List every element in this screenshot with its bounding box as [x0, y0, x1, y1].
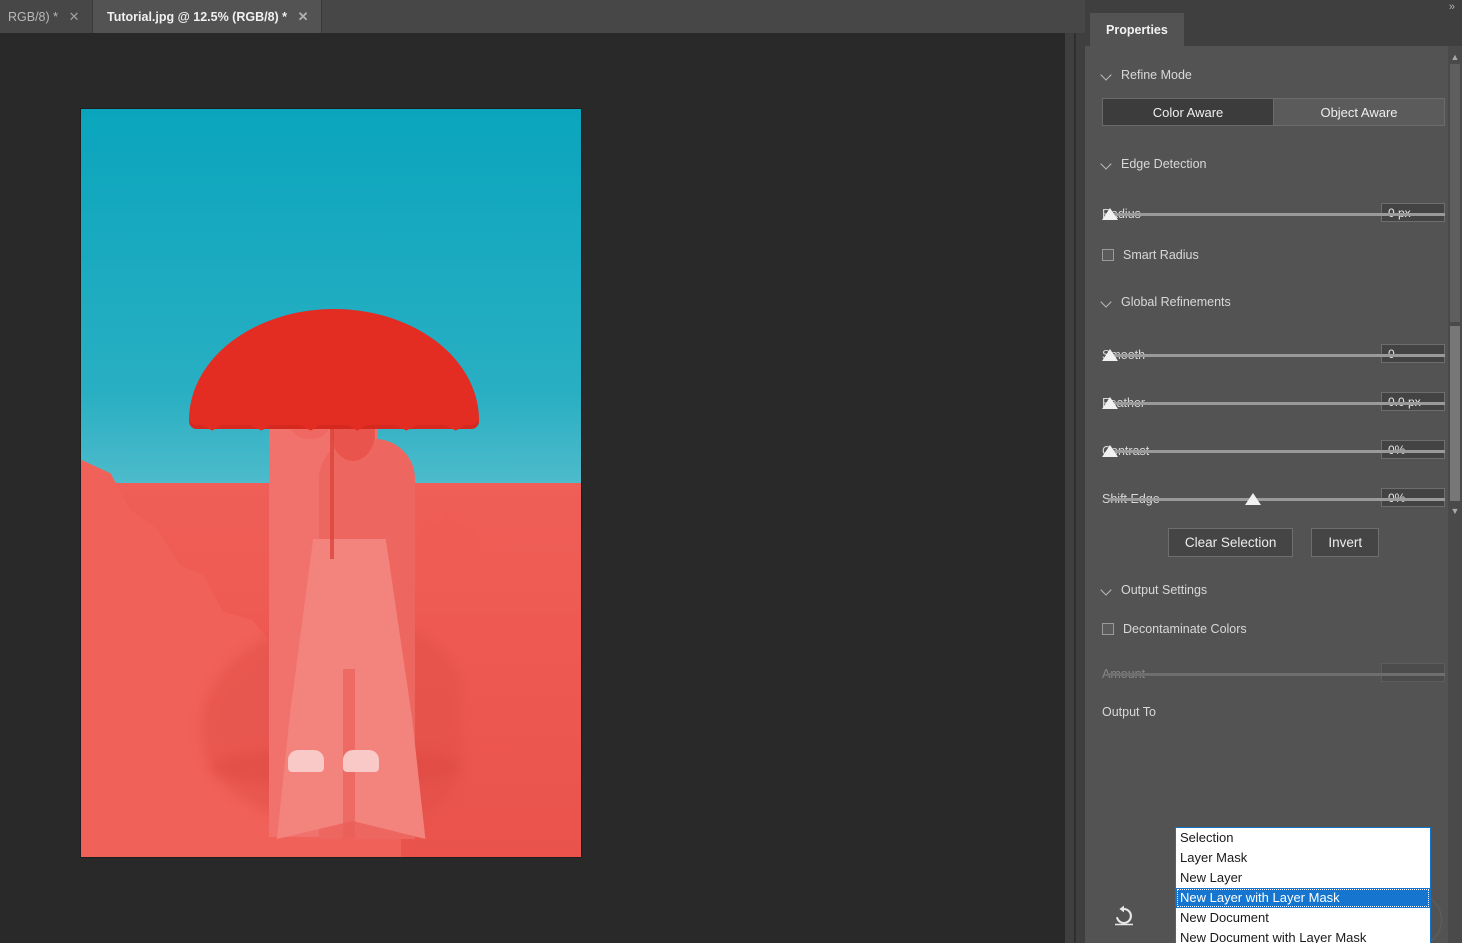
decontaminate-colors-label: Decontaminate Colors: [1123, 622, 1247, 636]
properties-panel-scrollbar[interactable]: ▲ ▼: [1448, 46, 1462, 943]
panel-tab-bar: Properties: [1085, 13, 1462, 46]
feather-slider[interactable]: [1102, 396, 1445, 416]
dropdown-option-layer-mask[interactable]: Layer Mask: [1176, 848, 1430, 868]
amount-slider: [1102, 667, 1445, 687]
smart-radius-checkbox[interactable]: [1102, 249, 1114, 261]
output-to-row: Output To: [1102, 705, 1445, 719]
amount-slider-row: Amount: [1102, 667, 1445, 687]
shoe-right: [343, 750, 379, 772]
canvas-edge-strip: [1065, 33, 1085, 943]
scrollbar-track-upper[interactable]: [1450, 64, 1460, 322]
document-preview-image[interactable]: [81, 109, 581, 857]
panel-divider[interactable]: [1074, 33, 1076, 943]
decontaminate-colors-row[interactable]: Decontaminate Colors: [1102, 619, 1445, 639]
photoshop-select-and-mask-window: RGB/8) * ✕ Tutorial.jpg @ 12.5% (RGB/8) …: [0, 0, 1462, 943]
feather-slider-row: Feather 0.0 px: [1102, 396, 1445, 416]
amount-slider-track: [1108, 673, 1445, 676]
radius-slider-thumb[interactable]: [1102, 208, 1118, 220]
decontaminate-colors-checkbox[interactable]: [1102, 623, 1114, 635]
shift-edge-slider[interactable]: [1102, 492, 1445, 512]
dropdown-option-new-document-with-layer-mask[interactable]: New Document with Layer Mask: [1176, 928, 1430, 943]
section-output-settings-label: Output Settings: [1121, 583, 1207, 597]
dropdown-option-new-layer-with-layer-mask[interactable]: New Layer with Layer Mask: [1176, 888, 1430, 908]
contrast-slider-thumb[interactable]: [1102, 445, 1118, 457]
document-tab-0[interactable]: RGB/8) * ✕: [0, 0, 93, 33]
tab-properties[interactable]: Properties: [1090, 13, 1184, 46]
chevron-down-icon[interactable]: [1101, 297, 1112, 308]
feather-slider-track: [1108, 402, 1445, 405]
invert-button[interactable]: Invert: [1311, 528, 1379, 557]
refine-mode-color-aware-label: Color Aware: [1153, 105, 1224, 120]
panel-tab-label: Properties: [1106, 23, 1168, 37]
smooth-slider-row: Smooth 0: [1102, 348, 1445, 368]
document-tab-1-label: Tutorial.jpg @ 12.5% (RGB/8) *: [107, 10, 287, 24]
shift-edge-slider-thumb[interactable]: [1245, 493, 1261, 505]
section-output-settings[interactable]: Output Settings: [1085, 577, 1462, 603]
output-to-label: Output To: [1102, 705, 1156, 719]
scroll-up-icon[interactable]: ▲: [1448, 50, 1462, 64]
smooth-slider[interactable]: [1102, 348, 1445, 368]
close-icon[interactable]: ✕: [68, 10, 80, 23]
panel-top-strip: »: [1085, 0, 1462, 13]
chevron-down-icon[interactable]: [1101, 585, 1112, 596]
reset-arrow-icon[interactable]: [1112, 904, 1136, 928]
smart-radius-row[interactable]: Smart Radius: [1102, 245, 1445, 265]
chevron-down-icon[interactable]: [1101, 159, 1112, 170]
selection-actions: Clear Selection Invert: [1085, 528, 1462, 557]
expand-panels-icon[interactable]: »: [1449, 1, 1454, 13]
dropdown-option-new-document[interactable]: New Document: [1176, 908, 1430, 928]
output-to-dropdown-list[interactable]: Selection Layer Mask New Layer New Layer…: [1175, 827, 1431, 943]
document-tab-1[interactable]: Tutorial.jpg @ 12.5% (RGB/8) * ✕: [93, 0, 322, 33]
radius-slider[interactable]: [1102, 207, 1445, 227]
refine-mode-object-aware-button[interactable]: Object Aware: [1273, 99, 1444, 125]
close-icon[interactable]: ✕: [297, 10, 309, 23]
feather-slider-thumb[interactable]: [1102, 397, 1118, 409]
canvas-area[interactable]: [0, 33, 1065, 943]
document-tab-0-label: RGB/8) *: [8, 10, 58, 24]
section-edge-detection-label: Edge Detection: [1121, 157, 1206, 171]
section-global-refinements[interactable]: Global Refinements: [1085, 289, 1462, 315]
smooth-slider-thumb[interactable]: [1102, 349, 1118, 361]
shift-edge-slider-track: [1108, 498, 1445, 501]
section-refine-mode[interactable]: Refine Mode: [1085, 62, 1462, 88]
properties-panel-body: Refine Mode Color Aware Object Aware Edg…: [1085, 46, 1462, 943]
document-tab-bar: RGB/8) * ✕ Tutorial.jpg @ 12.5% (RGB/8) …: [0, 0, 1085, 33]
radius-slider-track: [1108, 213, 1445, 216]
section-global-refinements-label: Global Refinements: [1121, 295, 1231, 309]
contrast-slider-row: Contrast 0%: [1102, 444, 1445, 464]
smooth-slider-track: [1108, 354, 1445, 357]
chevron-down-icon[interactable]: [1101, 70, 1112, 81]
dropdown-option-new-layer[interactable]: New Layer: [1176, 868, 1430, 888]
refine-mode-segmented-control: Color Aware Object Aware: [1102, 98, 1445, 126]
refine-mode-color-aware-button[interactable]: Color Aware: [1103, 99, 1273, 125]
clear-selection-button[interactable]: Clear Selection: [1168, 528, 1294, 557]
shift-edge-slider-row: Shift Edge 0%: [1102, 492, 1445, 512]
contrast-slider[interactable]: [1102, 444, 1445, 464]
section-edge-detection[interactable]: Edge Detection: [1085, 151, 1462, 177]
properties-panel: » Properties Refine Mode Color Aware Obj…: [1085, 0, 1462, 943]
contrast-slider-track: [1108, 450, 1445, 453]
refine-mode-object-aware-label: Object Aware: [1320, 105, 1397, 120]
umbrella-pole: [330, 409, 334, 559]
shoe-left: [288, 750, 324, 772]
dropdown-option-selection[interactable]: Selection: [1176, 828, 1430, 848]
section-refine-mode-label: Refine Mode: [1121, 68, 1192, 82]
scrollbar-thumb[interactable]: [1450, 326, 1460, 501]
scroll-down-icon[interactable]: ▼: [1448, 504, 1462, 518]
radius-slider-row: Radius 0 px: [1102, 207, 1445, 227]
smart-radius-label: Smart Radius: [1123, 248, 1199, 262]
